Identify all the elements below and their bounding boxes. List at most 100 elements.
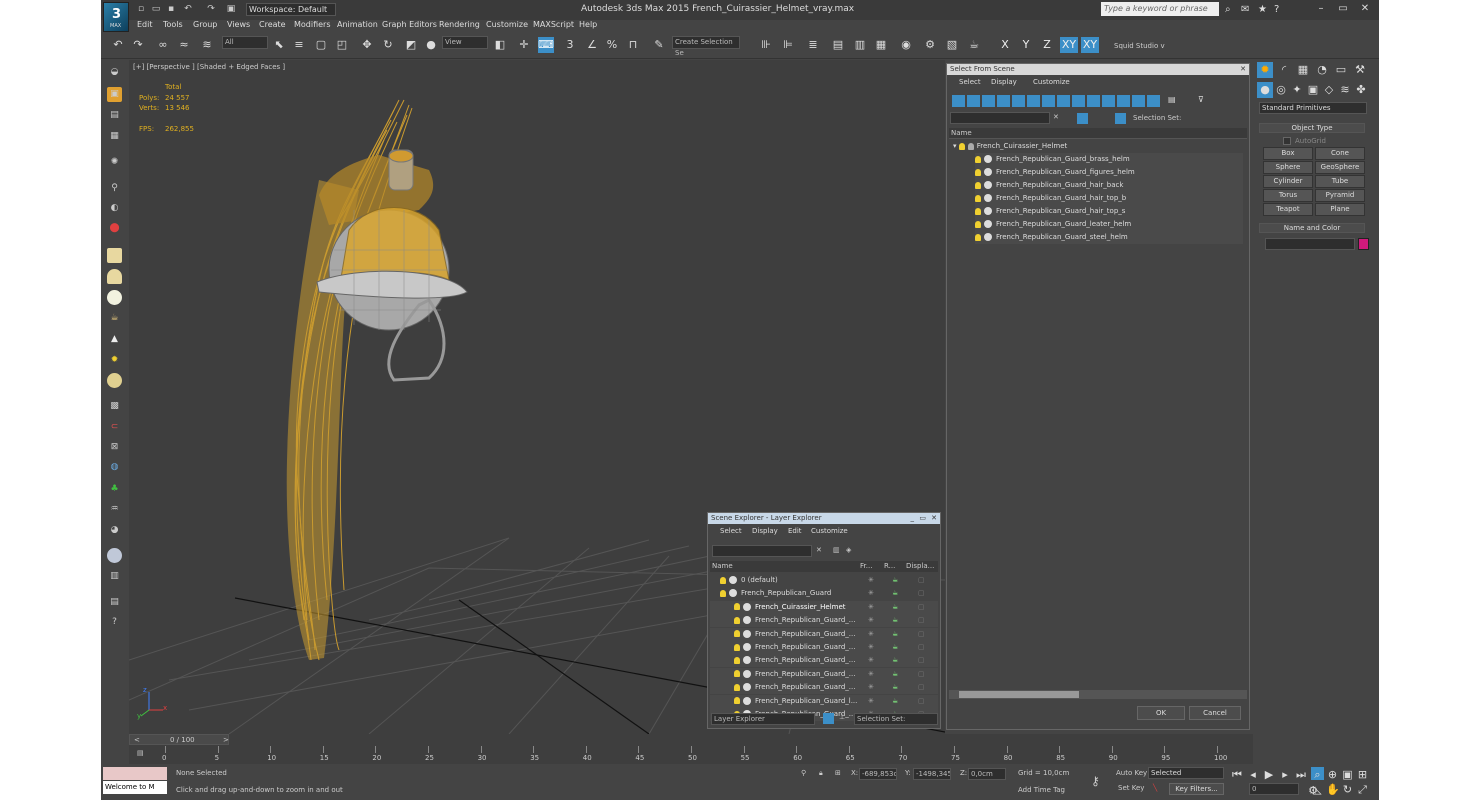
help-icon[interactable]: ? <box>1274 4 1279 15</box>
axis-xy-cycle-button[interactable]: XY <box>1081 37 1099 53</box>
menu-customize[interactable]: Customize <box>486 20 528 29</box>
visibility-bulb-icon[interactable] <box>734 656 740 664</box>
menu-modifiers[interactable]: Modifiers <box>294 20 331 29</box>
rendered-frame-window-icon[interactable]: ▧ <box>944 37 960 53</box>
track-bar-icon[interactable]: ▤ <box>137 749 144 757</box>
sfs-menu-display[interactable]: Display <box>991 78 1017 86</box>
material-icon[interactable]: ◕ <box>107 523 122 538</box>
cameras-icon[interactable]: ▣ <box>1305 82 1321 98</box>
autogrid-checkbox[interactable] <box>1283 137 1291 145</box>
freeze-icon[interactable]: ✳ <box>868 574 874 587</box>
menu-group[interactable]: Group <box>193 20 217 29</box>
absolute-mode-icon[interactable]: ⊞ <box>835 769 841 777</box>
cone-icon[interactable]: ▲ <box>107 332 122 347</box>
undo-button[interactable]: ↶ <box>110 37 126 53</box>
render-teapot-icon[interactable]: ☕ <box>892 681 898 694</box>
tree-row[interactable]: French_Republican_Guard_hair_back <box>975 179 1243 192</box>
lights-icon[interactable]: ✦ <box>1289 82 1305 98</box>
angle-snap-icon[interactable]: ∠ <box>584 37 600 53</box>
clear-find-icon[interactable]: ✕ <box>816 546 822 554</box>
bind-spacewarp-icon[interactable]: ≋ <box>199 37 215 53</box>
edit-named-selection-icon[interactable]: ✎ <box>651 37 667 53</box>
tree-root-row[interactable]: ▾ French_Cuirassier_Helmet <box>953 140 1243 153</box>
se-menu-display[interactable]: Display <box>752 527 778 535</box>
globe-icon[interactable]: ◍ <box>107 460 122 475</box>
export-icon[interactable]: ▤ <box>107 595 122 610</box>
explorer-row[interactable]: French_Republican_Guard_... ✳ ☕ ▢ <box>710 667 938 681</box>
selection-set-icon[interactable] <box>1115 113 1126 124</box>
x-coordinate[interactable]: -689,853cr <box>859 768 897 780</box>
time-ruler[interactable]: 0 5 10 15 20 25 30 35 40 45 50 55 60 65 70 75 80 85 90 95 10… <box>162 746 1227 764</box>
sphere-icon[interactable] <box>107 290 122 305</box>
col-freeze[interactable]: Fr... <box>860 562 872 570</box>
unlink-icon[interactable]: ≈ <box>176 37 192 53</box>
modify-tab-icon[interactable]: ◜ <box>1276 62 1292 78</box>
ok-button[interactable]: OK <box>1137 706 1185 720</box>
menu-graph-editors[interactable]: Graph Editors <box>382 20 437 29</box>
undo-icon[interactable]: ↶ <box>183 4 193 14</box>
cancel-button[interactable]: Cancel <box>1189 706 1241 720</box>
explorer-row[interactable]: French_Cuirassier_Helmet ✳ ☕ ▢ <box>710 600 938 614</box>
filter-icon[interactable]: ⊽ <box>1198 95 1204 104</box>
hierarchy-tab-icon[interactable]: ▦ <box>1295 62 1311 78</box>
previous-frame-icon[interactable]: ◂ <box>1245 767 1261 783</box>
go-to-end-icon[interactable]: ⏭ <box>1293 767 1309 783</box>
visibility-bulb-icon[interactable] <box>734 616 740 624</box>
key-icon[interactable]: ⚷ <box>1091 774 1100 788</box>
minimize-icon[interactable]: – <box>1315 3 1327 15</box>
menu-edit[interactable]: Edit <box>137 20 153 29</box>
explorer-row[interactable]: French_Republican_Guard_... ✳ ☕ ▢ <box>710 681 938 695</box>
visibility-bulb-icon[interactable] <box>734 670 740 678</box>
new-file-icon[interactable]: ▫ <box>136 4 146 14</box>
close-icon[interactable]: ✕ <box>931 513 937 524</box>
render-teapot-icon[interactable]: ☕ <box>892 587 898 600</box>
visibility-bulb-icon[interactable] <box>734 630 740 638</box>
explorer-row[interactable]: French_Republican_Guard_... ✳ ☕ ▢ <box>710 654 938 668</box>
sphere-button[interactable]: Sphere <box>1263 161 1313 174</box>
viewport-label[interactable]: [+] [Perspective ] [Shaded + Edged Faces… <box>133 63 285 71</box>
tree-row[interactable]: French_Republican_Guard_figures_helm <box>975 166 1243 179</box>
plane-button[interactable]: Plane <box>1315 203 1365 216</box>
help-circle-icon[interactable]: ? <box>107 615 122 630</box>
zoom-all-icon[interactable]: ⊕ <box>1326 767 1339 781</box>
tree-row[interactable]: French_Republican_Guard_steel_helm <box>975 231 1243 244</box>
render-teapot-icon[interactable]: ☕ <box>892 574 898 587</box>
disc-icon[interactable] <box>107 373 122 388</box>
layer-manager-icon[interactable]: ≣ <box>805 37 821 53</box>
display-box-icon[interactable]: ▢ <box>918 601 925 614</box>
graphite-toolbox-icon[interactable]: ▤ <box>830 37 846 53</box>
maxscript-listener-pink[interactable] <box>103 767 167 780</box>
visibility-bulb-icon[interactable] <box>734 683 740 691</box>
workspace-dropdown[interactable]: Workspace: Default <box>246 3 336 16</box>
freeze-icon[interactable]: ✳ <box>868 587 874 600</box>
shapes-icon[interactable]: ◎ <box>1273 82 1289 98</box>
box-button[interactable]: Box <box>1263 147 1313 160</box>
select-manipulate-icon[interactable]: ✛ <box>516 37 532 53</box>
col-render[interactable]: R... <box>884 562 895 570</box>
object-type-rollout[interactable]: Object Type <box>1259 123 1365 133</box>
render-teapot-icon[interactable]: ☕ <box>892 695 898 708</box>
named-selection-set-dropdown[interactable]: Create Selection Se <box>672 36 740 57</box>
container-icon[interactable]: ◒ <box>107 65 122 80</box>
render-setup-icon[interactable]: ⚙ <box>922 37 938 53</box>
spinner-snap-icon[interactable]: ⊓ <box>625 37 641 53</box>
render-teapot-icon[interactable]: ☕ <box>892 654 898 667</box>
material-editor-icon[interactable]: ◉ <box>898 37 914 53</box>
zoom-extents-icon[interactable]: ▣ <box>1341 767 1354 781</box>
pan-icon[interactable]: ✋ <box>1326 782 1340 796</box>
helpers-icon[interactable]: ◇ <box>1321 82 1337 98</box>
isolate-icon[interactable]: ⚲ <box>801 769 806 777</box>
display-box-icon[interactable]: ▢ <box>918 654 925 667</box>
key-mode-dropdown[interactable]: Selected <box>1148 767 1224 779</box>
dome-icon[interactable] <box>107 269 122 284</box>
explorer-row[interactable]: French_Republican_Guard_... ✳ ☕ ▢ <box>710 614 938 628</box>
teapot-button[interactable]: Teapot <box>1263 203 1313 216</box>
freeze-icon[interactable]: ✳ <box>868 641 874 654</box>
menu-maxscript[interactable]: MAXScript <box>533 20 574 29</box>
visibility-bulb-icon[interactable] <box>734 697 740 705</box>
visibility-bulb-icon[interactable] <box>720 589 726 597</box>
systems-icon[interactable]: ✤ <box>1353 82 1369 98</box>
render-teapot-icon[interactable]: ☕ <box>892 641 898 654</box>
grid-icon[interactable]: ▩ <box>107 399 122 414</box>
tree-row[interactable]: French_Republican_Guard_brass_helm <box>975 153 1243 166</box>
